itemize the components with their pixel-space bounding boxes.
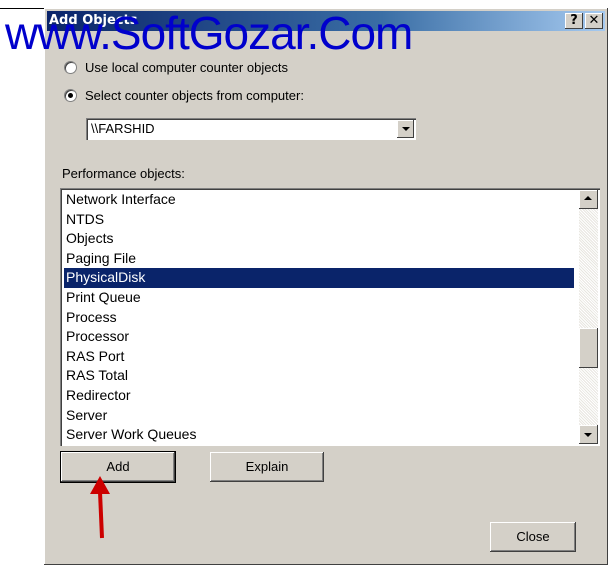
watermark-text: www.SoftGozar.Com [5, 7, 413, 59]
explain-button[interactable]: Explain [210, 452, 324, 482]
combo-dropdown-button[interactable] [397, 120, 414, 138]
list-item[interactable]: Network Interface [64, 190, 574, 210]
list-item[interactable]: Processor [64, 327, 574, 347]
add-objects-dialog: Add Objects ? ✕ Use local computer count… [44, 8, 608, 565]
list-item[interactable]: Paging File [64, 249, 574, 269]
computer-value: \\FARSHID [91, 121, 155, 136]
arrow-down-icon [584, 433, 592, 437]
radio-select-computer-label: Select counter objects from computer: [85, 88, 304, 103]
close-button[interactable]: Close [490, 522, 576, 552]
list-item[interactable]: Process [64, 308, 574, 328]
chevron-down-icon [402, 127, 410, 131]
list-item[interactable]: Print Queue [64, 288, 574, 308]
list-item[interactable]: Server [64, 406, 574, 426]
scroll-thumb[interactable] [579, 328, 598, 368]
radio-use-local-label: Use local computer counter objects [85, 60, 289, 75]
radio-checked-icon[interactable] [64, 89, 77, 102]
performance-objects-list[interactable]: Network Interface NTDS Objects Paging File P… [60, 188, 600, 446]
scroll-down-button[interactable] [579, 425, 598, 444]
performance-objects-label: Performance objects: [62, 166, 185, 181]
close-window-button[interactable]: ✕ [585, 13, 603, 29]
computer-combobox[interactable]: \\FARSHID [86, 118, 416, 140]
arrow-up-icon [584, 196, 592, 200]
radio-select-computer[interactable]: Select counter objects from computer: [64, 88, 304, 103]
list-item[interactable]: Server Work Queues [64, 425, 574, 445]
list-item[interactable]: RAS Port [64, 347, 574, 367]
list-item[interactable]: RAS Total [64, 366, 574, 386]
list-item[interactable]: Objects [64, 229, 574, 249]
list-items: Network Interface NTDS Objects Paging File P… [64, 190, 574, 445]
list-item[interactable]: PhysicalDisk [64, 268, 574, 288]
list-item[interactable]: Redirector [64, 386, 574, 406]
list-item[interactable]: NTDS [64, 210, 574, 230]
vertical-scrollbar[interactable] [579, 190, 598, 444]
scroll-up-button[interactable] [579, 190, 598, 209]
radio-use-local[interactable]: Use local computer counter objects [64, 60, 288, 75]
radio-unchecked-icon[interactable] [64, 61, 77, 74]
red-arrow-icon [90, 476, 110, 539]
help-button[interactable]: ? [565, 13, 583, 29]
